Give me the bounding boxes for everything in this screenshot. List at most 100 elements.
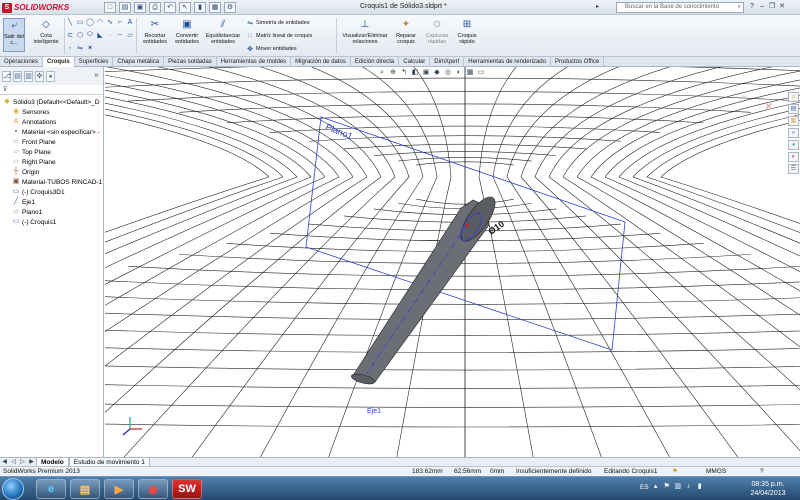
status-help[interactable]: ? — [760, 467, 764, 476]
axis-line[interactable] — [366, 224, 468, 374]
fillet-icon[interactable]: ⌐ — [116, 19, 124, 26]
tab-calcular[interactable]: Calcular — [399, 57, 431, 67]
featuremanager-tree-icon[interactable]: ⎇ — [2, 70, 11, 82]
construction-icon[interactable]: ◦ — [66, 45, 74, 52]
tab-dimxpert[interactable]: DimXpert — [430, 57, 465, 67]
mirror-entities-button[interactable]: ⇋ Simetría de entidades — [246, 19, 309, 27]
tab-chapa-metálica[interactable]: Chapa metálica — [113, 57, 165, 67]
tree-item[interactable]: ▱ Right Plane — [12, 157, 55, 167]
start-button[interactable] — [2, 478, 24, 500]
line-icon[interactable]: ╲ — [66, 18, 74, 26]
solidworks-taskbar-icon[interactable]: SW — [172, 479, 202, 499]
apply-scene-icon[interactable]: ▦ — [466, 68, 474, 77]
tab-herramientas-de-moldes[interactable]: Herramientas de moldes — [217, 57, 292, 67]
tab-croquis[interactable]: Croquis — [43, 57, 75, 67]
mirror-small-icon[interactable]: ⇋ — [76, 44, 84, 52]
volume-icon[interactable]: ♪ — [685, 482, 693, 492]
tree-item[interactable]: ◉ Sensores — [12, 107, 50, 117]
tree-item[interactable]: ┼ Origin — [12, 167, 40, 177]
tree-item[interactable]: ▭ (-) Croquis3D1 — [12, 187, 65, 197]
centerline-icon[interactable]: ┄ — [116, 31, 124, 39]
rectangle-icon[interactable]: ▭ — [76, 18, 84, 26]
tab-herramientas-de-renderizado[interactable]: Herramientas de renderizado — [464, 57, 551, 67]
zoom-to-fit-icon[interactable]: ⌕ — [378, 68, 386, 77]
polygon-icon[interactable]: ⬡ — [76, 31, 84, 39]
search-results-icon[interactable]: ⌕ — [788, 128, 799, 138]
exit-sketch-corner-icon[interactable]: ⤶ — [742, 90, 748, 103]
battery-icon[interactable]: ▮ — [696, 482, 704, 492]
flag-icon[interactable]: ⚑ — [663, 482, 671, 492]
tab-operaciones[interactable]: Operaciones — [0, 57, 44, 67]
file-properties-icon[interactable]: ▦ — [209, 2, 221, 13]
display-style-icon[interactable]: ◆ — [433, 68, 441, 77]
rebuild-icon[interactable]: ▮ — [194, 2, 206, 13]
tray-arrow-icon[interactable]: ▴ — [652, 482, 660, 492]
smart-dimension-button[interactable]: ◇ Cota inteligente — [30, 18, 62, 52]
tree-item[interactable]: ▣ Material-TUBOS RINCAD-1 — [12, 177, 103, 187]
tab-productos-office[interactable]: Productos Office — [551, 57, 605, 67]
chamfer-icon[interactable]: ◣ — [96, 31, 104, 39]
view-orientation-icon[interactable]: ▣ — [422, 68, 430, 77]
tree-item[interactable]: ▱ Plano1 — [12, 207, 42, 217]
spline-icon[interactable]: ∿ — [106, 18, 114, 26]
origin-point[interactable] — [465, 223, 469, 227]
edit-appearance-icon[interactable]: ◐ — [455, 68, 463, 77]
help-search-input[interactable]: Buscar en la Base de conocimiento ⌕ — [616, 2, 744, 13]
tab-edición-directa[interactable]: Edición directa — [351, 57, 400, 67]
graphics-area[interactable]: Plano1 Ø10 Eje1 — [105, 67, 800, 457]
tab-migración-de-datos[interactable]: Migración de datos — [291, 57, 351, 67]
display-relations-button[interactable]: ⊥ Visualizar/Eliminar relaciones — [342, 18, 388, 52]
model-view[interactable]: Plano1 Ø10 Eje1 — [105, 67, 800, 457]
tree-item[interactable]: ▱ Front Plane — [12, 137, 55, 147]
repair-sketch-button[interactable]: ✦ Reparar croquis — [392, 18, 420, 52]
media-player-icon[interactable]: ▶ — [104, 479, 134, 499]
expand-panel-icon[interactable]: » — [92, 71, 101, 82]
prev-tab-arrow-icon[interactable]: ◁ — [9, 458, 18, 466]
arc-icon[interactable]: ◠ — [96, 18, 104, 26]
section-view-icon[interactable]: ◧ — [411, 68, 419, 77]
sketch-picture-icon[interactable]: ✶ — [86, 44, 94, 52]
file-explorer-icon[interactable]: ▥ — [788, 116, 799, 126]
appearances-icon[interactable]: ◐ — [788, 152, 799, 162]
unit-system[interactable]: MMGS — [706, 467, 726, 476]
hide-show-icon[interactable]: ◎ — [444, 68, 452, 77]
plane-sketch-icon[interactable]: ▱ — [126, 31, 134, 39]
select-arrow-icon[interactable]: ↖ — [179, 2, 191, 13]
offset-entities-button[interactable]: ⫽ Equidistanciar entidades — [204, 18, 242, 52]
configuration-manager-icon[interactable]: ▥ — [24, 70, 33, 82]
previous-view-icon[interactable]: ↰ — [400, 68, 408, 77]
feature-tree-filter[interactable]: ⊽ — [0, 85, 104, 95]
internet-explorer-icon[interactable]: e — [36, 479, 66, 499]
undo-icon[interactable]: ↶ — [164, 2, 176, 13]
first-tab-arrow-icon[interactable]: ◀ — [0, 458, 9, 466]
tree-item[interactable]: ▪ Material <sin especificar> - — [12, 127, 100, 137]
help-icon[interactable]: ? — [748, 2, 756, 12]
tree-item[interactable]: ╱ Eje1 — [12, 197, 35, 207]
trim-entities-button[interactable]: ✂ Recortar entidades — [140, 18, 170, 52]
display-manager-icon[interactable]: ◕ — [46, 70, 55, 82]
chrome-icon[interactable]: ◉ — [138, 479, 168, 499]
ellipse-icon[interactable]: ⬭ — [86, 31, 94, 39]
cancel-sketch-corner-icon[interactable]: ✕ — [764, 100, 773, 113]
zoom-area-icon[interactable]: ⊕ — [389, 68, 397, 77]
tree-item[interactable]: ▭ (-) Croquis1 — [12, 217, 57, 227]
minimize-icon[interactable]: – — [758, 2, 766, 12]
point-icon[interactable]: · — [106, 32, 114, 39]
save-icon[interactable]: ▣ — [134, 2, 146, 13]
pin-icon[interactable]: ▸ — [596, 2, 602, 12]
tree-item[interactable]: ◆ Sólido3 (Default<<Default>_D — [3, 97, 99, 107]
close-icon[interactable]: ✕ — [778, 2, 786, 12]
tab-superficies[interactable]: Superficies — [75, 57, 114, 67]
slot-icon[interactable]: ⊂ — [66, 31, 74, 39]
app-logo[interactable]: S SOLIDWORKS — [2, 2, 69, 13]
new-document-icon[interactable]: □ — [104, 2, 116, 13]
network-icon[interactable]: ▥ — [674, 482, 682, 492]
print-icon[interactable]: ⎙ — [149, 2, 161, 13]
linear-pattern-button[interactable]: ⁙ Matriz lineal de croquis — [246, 32, 312, 40]
open-folder-icon[interactable]: ▤ — [119, 2, 131, 13]
clock[interactable]: 08:35 p.m. 24/04/2013 — [746, 480, 790, 498]
view-settings-icon[interactable]: ▭ — [477, 68, 485, 77]
solidworks-resources-icon[interactable]: ⌂ — [788, 92, 799, 102]
options-gear-icon[interactable]: ⚙ — [224, 2, 236, 13]
last-tab-arrow-icon[interactable]: ▶ — [27, 458, 36, 466]
